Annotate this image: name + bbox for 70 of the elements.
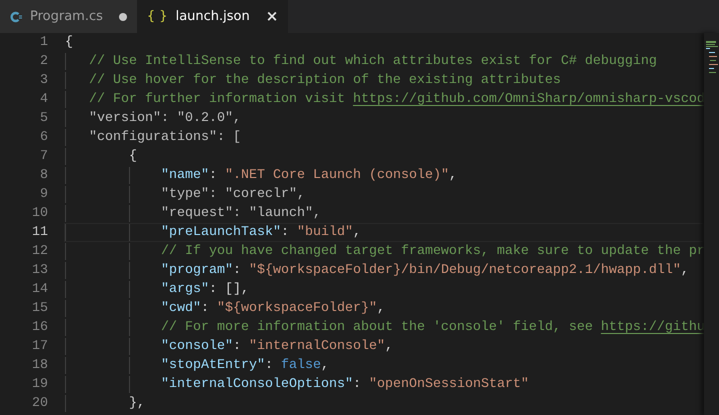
line-number: 18	[31, 357, 48, 375]
punctuation: :	[201, 301, 210, 316]
string-value: ".NET Core Launch (console)"	[225, 168, 449, 183]
link[interactable]: https://githu	[600, 320, 704, 335]
punctuation: ,	[352, 225, 361, 240]
string-value: "build"	[296, 225, 353, 240]
json-key: "cwd"	[161, 301, 201, 316]
code-comment: // For more information about the 'console' field, see	[161, 320, 593, 335]
line-number: 4	[39, 91, 48, 109]
code-comment: // If you have changed target frameworks, make sure to update the pr	[161, 244, 704, 259]
line-number: 1	[39, 34, 48, 52]
string-value: "openOnSessionStart"	[368, 377, 529, 392]
line-number: 2	[39, 53, 48, 71]
editor-tab[interactable]: Program.cs	[0, 0, 137, 33]
line-number: 7	[39, 148, 48, 166]
punctuation: ,	[376, 301, 385, 316]
line-number: 19	[31, 376, 48, 394]
line-number: 13	[31, 262, 48, 280]
line-number: 5	[39, 110, 48, 128]
line-number: 6	[39, 129, 48, 147]
line-number: 3	[39, 72, 48, 90]
line-number: 10	[31, 205, 48, 223]
punctuation: },	[129, 396, 145, 411]
code-comment: // For further information visit	[89, 92, 345, 107]
line-number: 12	[31, 243, 48, 261]
json-property: "version": "0.2.0",	[89, 111, 241, 126]
json-key: "program"	[161, 263, 233, 278]
punctuation: ,	[384, 339, 393, 354]
punctuation: {	[65, 35, 73, 50]
json-property: "type": "coreclr",	[161, 187, 305, 202]
code-comment: // Use hover for the description of the existing attributes	[89, 73, 561, 88]
editor-tab[interactable]: { } launch.json ×	[136, 0, 288, 33]
link[interactable]: https://github.com/OmniSharp/omnisharp-vscod	[352, 92, 704, 107]
json-key: "name"	[161, 168, 209, 183]
json-property: "request": "launch",	[161, 206, 321, 221]
line-number: 16	[31, 319, 48, 337]
json-file-icon: { }	[146, 6, 168, 26]
punctuation: ,	[320, 358, 329, 373]
punctuation: : [],	[209, 282, 249, 297]
line-number: 15	[31, 300, 48, 318]
punctuation: ,	[680, 263, 689, 278]
line-number: 14	[31, 281, 48, 299]
json-key: "internalConsoleOptions"	[161, 377, 353, 392]
json-key: "console"	[161, 339, 233, 354]
punctuation: {	[129, 149, 137, 164]
string-value: "${workspaceFolder}/bin/Debug/netcoreapp2.1/hwapp.dll"	[248, 263, 681, 278]
punctuation: :	[209, 168, 218, 183]
string-value: "${workspaceFolder}"	[217, 301, 377, 316]
json-key: "preLaunchTask"	[161, 225, 281, 240]
unsaved-dot-icon	[118, 12, 127, 20]
code-comment: // Use IntelliSense to find out which attributes exist for C# debugging	[89, 54, 657, 69]
punctuation: :	[264, 358, 274, 373]
punctuation: :	[352, 377, 362, 392]
json-key: "args"	[161, 282, 209, 297]
line-number: 20	[31, 395, 48, 413]
csharp-file-icon	[10, 10, 22, 22]
json-key: "stopAtEntry"	[161, 358, 265, 373]
string-value: "internalConsole"	[248, 339, 385, 354]
close-icon[interactable]: ×	[266, 9, 278, 24]
minimap[interactable]	[704, 33, 719, 415]
punctuation: ,	[448, 168, 457, 183]
line-number: 11	[31, 224, 48, 242]
line-number: 9	[39, 186, 48, 204]
punctuation: :	[232, 263, 242, 278]
json-property: "configurations": [	[89, 130, 241, 145]
line-number: 17	[31, 338, 48, 356]
line-number: 8	[39, 167, 48, 185]
boolean-value: false	[280, 358, 321, 373]
punctuation: :	[232, 339, 242, 354]
punctuation: :	[280, 225, 290, 240]
